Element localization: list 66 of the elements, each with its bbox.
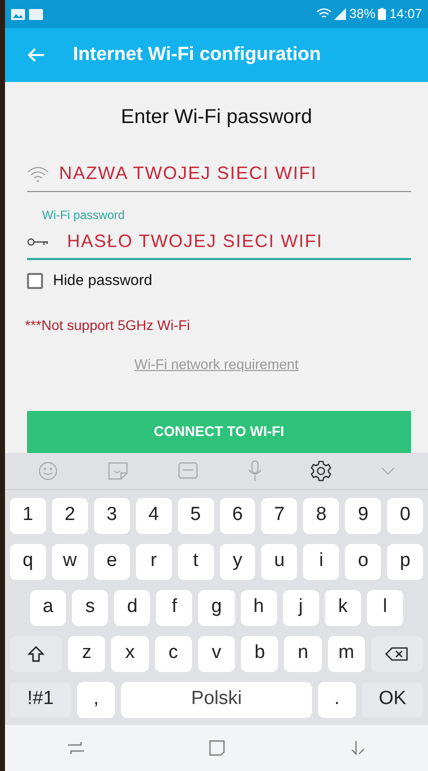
keyboard-key[interactable]: 5 [178,498,214,534]
shift-icon [26,644,46,664]
field-label: Wi-Fi password [42,207,126,224]
keyboard-key[interactable]: t [178,544,214,580]
key-icon [27,236,49,246]
keyboard-key[interactable]: q [10,544,46,580]
keyboard-key[interactable]: e [94,544,130,580]
keyboard-key[interactable]: b [241,636,278,672]
keyboard-key[interactable]: , [77,682,116,718]
keyboard-key[interactable]: p [387,544,424,580]
keyboard-key[interactable]: 3 [94,498,130,534]
keyboard-key[interactable]: j [282,590,319,626]
battery-icon [378,8,386,20]
keyboard-key[interactable]: n [284,636,322,672]
keyboard-key[interactable]: 9 [345,498,382,534]
settings-icon[interactable] [310,460,332,482]
keyboard-key[interactable]: i [303,544,340,580]
wifi-icon [27,166,49,182]
screen-title: Internet Wi-Fi configuration [73,42,321,67]
keyboard-key[interactable]: 8 [303,498,340,534]
page-heading: Enter Wi-Fi password [120,105,312,130]
keyboard-key[interactable]: 7 [261,498,298,534]
keyboard-key[interactable]: g [198,590,235,626]
ok-key[interactable]: OK [362,682,423,718]
backspace-key[interactable] [370,636,424,672]
keyboard-key[interactable]: v [198,636,236,672]
keyboard-key[interactable]: l [366,590,403,626]
keyboard-key[interactable]: z [68,636,106,672]
wifi-icon [316,8,332,20]
keyboard-key[interactable]: 1 [10,498,46,534]
warning-text: ***Not support 5GHz Wi-Fi [25,316,191,335]
keyboard-key[interactable]: h [240,590,277,626]
keyboard-key[interactable]: u [261,544,298,580]
keyboard-key[interactable]: c [154,636,192,672]
keyboard-key[interactable]: s [72,590,108,626]
keyboard-key[interactable]: 6 [220,498,256,534]
keyboard-key[interactable]: x [111,636,149,672]
space-key[interactable]: Polski [121,682,312,718]
network-name-field[interactable]: NAZWA TWOJEJ SIECI WIFI [27,160,411,192]
image-icon [11,8,25,20]
keyboard-key[interactable]: f [156,590,192,626]
clock: 14:07 [389,5,422,24]
keyboard-key[interactable]: 0 [387,498,424,534]
keyboard-key[interactable]: w [52,544,88,580]
back-icon[interactable] [350,740,366,756]
keyboard-key[interactable]: m [328,636,365,672]
keyboard-key[interactable]: k [324,590,361,626]
password-field[interactable]: HASŁO TWOJEJ SIECI WIFI [27,228,411,260]
checkbox-label: Hide password [53,271,152,291]
symbols-key[interactable]: !#1 [10,682,72,718]
signal-icon [334,8,346,20]
keyboard-key[interactable]: y [220,544,256,580]
battery-percent: 38% [349,5,376,24]
hide-password-checkbox[interactable] [27,273,43,290]
home-icon[interactable] [209,740,226,756]
shift-key[interactable] [10,636,62,672]
recent-apps-icon[interactable] [67,740,86,756]
keyboard-key[interactable]: o [345,544,382,580]
keyboard-key[interactable]: 4 [136,498,172,534]
keyboard-key[interactable]: r [136,544,172,580]
backspace-icon [384,646,409,662]
keyboard-key[interactable]: a [30,590,66,626]
back-arrow-icon[interactable] [27,47,45,63]
keyboard-key[interactable]: 2 [52,498,88,534]
keyboard-key[interactable]: . [318,682,356,718]
keyboard-key[interactable]: d [114,590,150,626]
